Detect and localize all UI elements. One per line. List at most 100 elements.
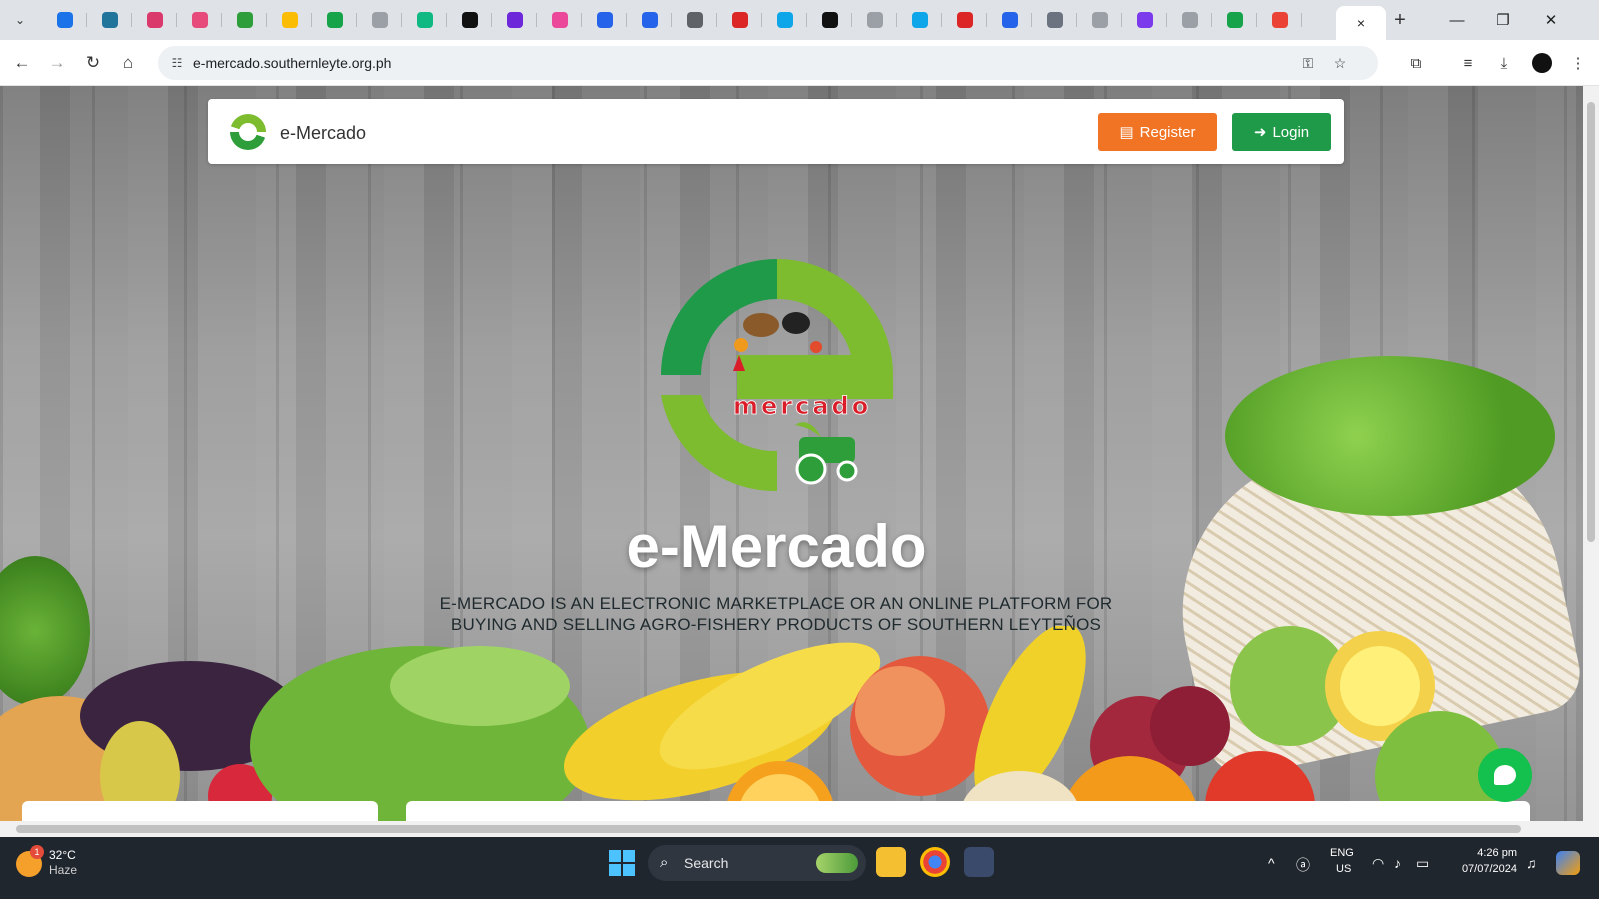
- vertical-scroll-thumb[interactable]: [1587, 102, 1595, 542]
- volume-icon[interactable]: ♪: [1394, 855, 1401, 871]
- login-button[interactable]: ➜ Login: [1232, 113, 1331, 151]
- login-label: Login: [1272, 123, 1310, 141]
- active-tab[interactable]: ×: [1336, 6, 1386, 40]
- tab-favicon-icon: [1181, 12, 1198, 28]
- weather-temperature[interactable]: 32°C: [49, 848, 76, 862]
- chat-icon: [1494, 765, 1516, 785]
- clock-date[interactable]: 07/07/2024: [1450, 863, 1517, 875]
- close-tab-icon[interactable]: ×: [1357, 15, 1365, 31]
- battery-icon[interactable]: ▭: [1416, 855, 1429, 872]
- browser-tab[interactable]: [222, 6, 267, 34]
- browser-tab[interactable]: [717, 6, 762, 34]
- address-bar[interactable]: ☷ e-mercado.southernleyte.org.ph ⚿ ☆: [158, 46, 1378, 80]
- weather-condition[interactable]: Haze: [49, 863, 77, 877]
- forward-icon[interactable]: →: [45, 51, 69, 75]
- lettuce-image: [1225, 356, 1555, 516]
- menu-kebab-icon[interactable]: ⋮: [1566, 52, 1590, 74]
- taskbar-search[interactable]: ⌕ Search: [648, 845, 866, 881]
- browser-tab[interactable]: [492, 6, 537, 34]
- browser-tab[interactable]: [402, 6, 447, 34]
- browser-tab[interactable]: [942, 6, 987, 34]
- browser-tab[interactable]: [582, 6, 627, 34]
- close-window-button[interactable]: ✕: [1528, 8, 1574, 32]
- brand-name[interactable]: e-Mercado: [280, 123, 366, 144]
- browser-tab[interactable]: [42, 6, 87, 34]
- tab-favicon-icon: [1136, 12, 1153, 28]
- tab-favicon-icon: [461, 12, 478, 28]
- ime-icon[interactable]: ⓐ: [1296, 855, 1310, 875]
- register-label: Register: [1139, 123, 1196, 141]
- bookmark-star-icon[interactable]: ☆: [1330, 54, 1350, 72]
- browser-tab[interactable]: [987, 6, 1032, 34]
- tab-favicon-icon: [911, 12, 928, 28]
- browser-tab[interactable]: [357, 6, 402, 34]
- url-text[interactable]: e-mercado.southernleyte.org.ph: [193, 55, 391, 71]
- tab-favicon-icon: [776, 12, 793, 28]
- register-button[interactable]: ▤ Register: [1098, 113, 1217, 151]
- browser-tab[interactable]: [1212, 6, 1257, 34]
- tab-favicon-icon: [506, 12, 523, 28]
- tab-favicon-icon: [1046, 12, 1063, 28]
- minimize-button[interactable]: —: [1434, 8, 1480, 32]
- tab-favicon-icon: [1226, 12, 1243, 28]
- extensions-icon[interactable]: ⧉: [1404, 52, 1428, 74]
- copilot-icon[interactable]: [1556, 851, 1580, 875]
- notification-bell-icon[interactable]: ♫: [1526, 855, 1537, 871]
- browser-tab[interactable]: [312, 6, 357, 34]
- app-icon[interactable]: [964, 847, 994, 877]
- browser-tab[interactable]: [1077, 6, 1122, 34]
- browser-tab[interactable]: [1032, 6, 1077, 34]
- password-key-icon[interactable]: ⚿: [1298, 54, 1318, 72]
- search-icon: ⌕: [660, 854, 669, 871]
- browser-tab[interactable]: [1122, 6, 1167, 34]
- back-icon[interactable]: ←: [10, 51, 34, 75]
- browser-tab[interactable]: [897, 6, 942, 34]
- browser-tab[interactable]: [537, 6, 582, 34]
- wifi-icon[interactable]: ◠: [1372, 855, 1384, 872]
- browser-toolbar: ← → ↻ ⌂ ☷ e-mercado.southernleyte.org.ph…: [0, 40, 1599, 86]
- horizontal-scrollbar[interactable]: [0, 821, 1583, 837]
- restore-button[interactable]: ❐: [1480, 8, 1526, 32]
- browser-tab[interactable]: [762, 6, 807, 34]
- windows-start-icon[interactable]: [609, 850, 635, 876]
- chrome-icon[interactable]: [920, 847, 950, 877]
- profile-avatar[interactable]: [1532, 53, 1552, 73]
- reload-icon[interactable]: ↻: [81, 51, 105, 75]
- tab-favicon-icon: [416, 12, 433, 28]
- browser-tab[interactable]: [852, 6, 897, 34]
- media-control-icon[interactable]: ≡: [1456, 52, 1480, 74]
- taskbar-search-label: Search: [684, 855, 729, 871]
- tab-favicon-icon: [731, 12, 748, 28]
- clock-time[interactable]: 4:26 pm: [1455, 847, 1517, 859]
- browser-tab[interactable]: [672, 6, 717, 34]
- vertical-scrollbar[interactable]: [1583, 86, 1599, 837]
- tab-favicon-icon: [1001, 12, 1018, 28]
- emercado-hero-logo: mercado: [661, 259, 893, 491]
- browser-tab[interactable]: [267, 6, 312, 34]
- new-tab-button[interactable]: +: [1386, 8, 1414, 32]
- download-icon[interactable]: ⤓: [1492, 52, 1516, 74]
- search-highlight-image: [816, 853, 858, 873]
- browser-tab[interactable]: [627, 6, 672, 34]
- browser-tab[interactable]: [177, 6, 222, 34]
- browser-tab[interactable]: [132, 6, 177, 34]
- browser-tab[interactable]: [87, 6, 132, 34]
- browser-tab[interactable]: [1167, 6, 1212, 34]
- tab-favicon-icon: [956, 12, 973, 28]
- browser-tab[interactable]: [807, 6, 852, 34]
- home-icon[interactable]: ⌂: [116, 51, 140, 75]
- chat-widget-button[interactable]: [1478, 748, 1532, 802]
- browser-tab[interactable]: [1257, 6, 1302, 34]
- file-explorer-icon[interactable]: [876, 847, 906, 877]
- emercado-logo-small[interactable]: [230, 114, 266, 150]
- logo-wordmark: mercado: [733, 392, 871, 420]
- show-hidden-icons[interactable]: ^: [1268, 855, 1275, 871]
- language-code[interactable]: ENG: [1330, 847, 1354, 859]
- tab-favicon-icon: [56, 12, 73, 28]
- tab-favicon-icon: [101, 12, 118, 28]
- tab-search-chevron-icon[interactable]: ⌄: [8, 8, 32, 32]
- language-region[interactable]: US: [1336, 863, 1351, 875]
- browser-tab[interactable]: [447, 6, 492, 34]
- horizontal-scroll-thumb[interactable]: [16, 825, 1521, 833]
- site-info-icon[interactable]: ☷: [168, 54, 186, 72]
